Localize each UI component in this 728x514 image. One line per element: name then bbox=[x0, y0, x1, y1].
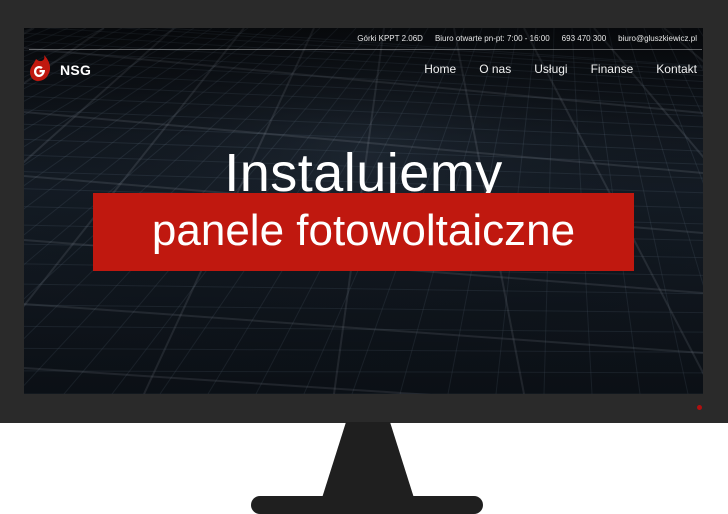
nav-item-kontakt[interactable]: Kontakt bbox=[656, 62, 697, 76]
email-link[interactable]: biuro@gluszkiewicz.pl bbox=[618, 34, 697, 43]
monitor-stand-base bbox=[251, 496, 483, 514]
nav-item-home[interactable]: Home bbox=[424, 62, 456, 76]
monitor-mockup: Górki KPPT 2.06D Biuro otwarte pn-pt: 7:… bbox=[0, 0, 728, 514]
office-hours-text: Biuro otwarte pn-pt: 7:00 - 16:00 bbox=[434, 34, 550, 43]
flame-g-icon bbox=[30, 55, 51, 81]
site-logo[interactable]: NSG bbox=[30, 55, 91, 85]
hero-subtitle: panele fotowoltaiczne bbox=[151, 206, 576, 255]
address-text: Górki KPPT 2.06D bbox=[357, 34, 423, 43]
phone-link[interactable]: 693 470 300 bbox=[562, 34, 607, 43]
brand-name: NSG bbox=[60, 62, 92, 78]
power-led-icon bbox=[697, 405, 702, 410]
topbar-divider bbox=[29, 49, 702, 50]
website-screen: Górki KPPT 2.06D Biuro otwarte pn-pt: 7:… bbox=[24, 28, 703, 394]
nav-item-finanse[interactable]: Finanse bbox=[591, 62, 634, 76]
nav-item-uslugi[interactable]: Usługi bbox=[534, 62, 567, 76]
monitor-stand-neck bbox=[322, 422, 414, 498]
contact-topbar: Górki KPPT 2.06D Biuro otwarte pn-pt: 7:… bbox=[24, 28, 703, 49]
nav-item-o-nas[interactable]: O nas bbox=[479, 62, 511, 76]
main-nav: Home O nas Usługi Finanse Kontakt bbox=[424, 62, 697, 76]
